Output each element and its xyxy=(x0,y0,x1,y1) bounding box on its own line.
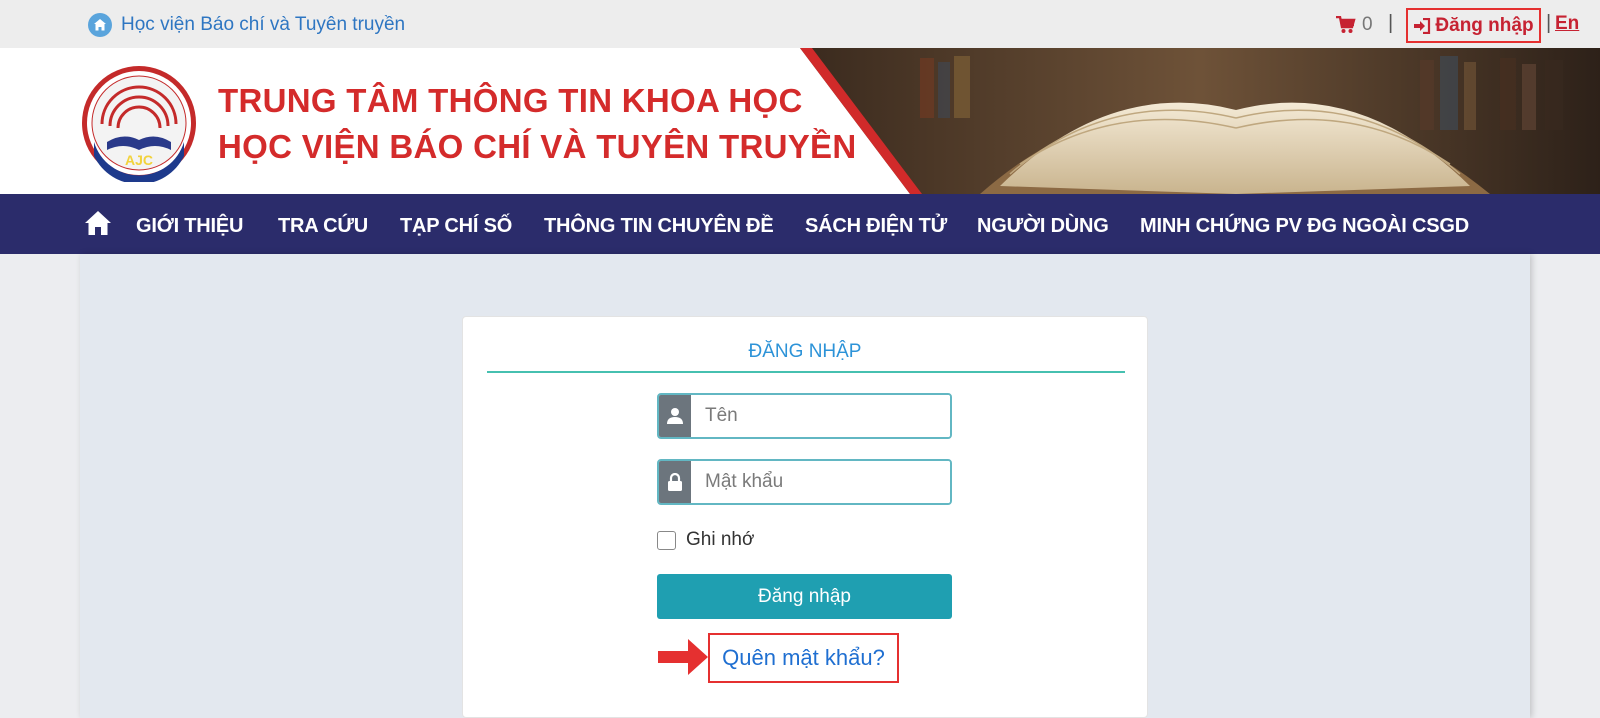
password-field xyxy=(657,459,952,505)
forgot-password-link[interactable]: Quên mật khẩu? xyxy=(708,633,899,683)
password-input[interactable] xyxy=(691,461,950,503)
cart-link[interactable]: 0 xyxy=(1336,14,1373,36)
nav-item-tap-chi-so[interactable]: TẠP CHÍ SỐ xyxy=(400,215,512,238)
remember-label: Ghi nhớ xyxy=(686,529,755,550)
username-field xyxy=(657,393,952,439)
remember-me[interactable]: Ghi nhớ xyxy=(657,529,754,551)
home-icon[interactable] xyxy=(84,210,112,236)
separator: | xyxy=(1546,12,1552,34)
login-title: ĐĂNG NHẬP xyxy=(748,341,862,362)
banner-title-line2: HỌC VIỆN BÁO CHÍ VÀ TUYÊN TRUYỀN xyxy=(218,128,857,165)
home-circle-icon xyxy=(88,13,112,37)
cart-icon xyxy=(1336,16,1356,33)
banner-title-line1: TRUNG TÂM THÔNG TIN KHOA HỌC xyxy=(218,82,803,119)
nav-item-sach-dien-tu[interactable]: SÁCH ĐIỆN TỬ xyxy=(805,215,947,238)
separator: | xyxy=(1388,12,1394,34)
sign-in-icon xyxy=(1414,17,1431,34)
institute-link-label: Học viện Báo chí và Tuyên truyền xyxy=(121,14,406,35)
institute-logo: AJC xyxy=(82,66,196,182)
header-banner: AJC TRUNG TÂM THÔNG TIN KHOA HỌC HỌC VIỆ… xyxy=(0,48,1600,194)
banner-book-image xyxy=(800,48,1600,194)
logo-text: AJC xyxy=(125,152,153,168)
language-switch-en[interactable]: En xyxy=(1555,13,1579,35)
nav-item-minh-chung[interactable]: MINH CHỨNG PV ĐG NGOÀI CSGD xyxy=(1140,215,1469,238)
top-login-link[interactable]: Đăng nhập xyxy=(1406,8,1541,43)
nav-item-gioi-thieu[interactable]: GIỚI THIỆU xyxy=(136,215,243,238)
main-nav: GIỚI THIỆU TRA CỨU TẠP CHÍ SỐ THÔNG TIN … xyxy=(0,194,1600,254)
nav-item-nguoi-dung[interactable]: NGƯỜI DÙNG xyxy=(977,215,1109,238)
login-submit-button[interactable]: Đăng nhập xyxy=(657,574,952,619)
top-utility-bar: Học viện Báo chí và Tuyên truyền 0 | Đăn… xyxy=(0,0,1600,100)
login-card: ĐĂNG NHẬP Ghi nhớ Đăng nhập Quên mật khẩ… xyxy=(462,316,1148,718)
title-divider xyxy=(487,371,1125,373)
cart-count: 0 xyxy=(1362,14,1373,35)
nav-item-thong-tin-chuyen-de[interactable]: THÔNG TIN CHUYÊN ĐỀ xyxy=(544,215,774,238)
user-icon xyxy=(659,395,691,437)
institute-link[interactable]: Học viện Báo chí và Tuyên truyền xyxy=(88,13,405,37)
top-login-label: Đăng nhập xyxy=(1435,14,1534,36)
remember-checkbox[interactable] xyxy=(657,530,676,550)
annotation-arrow-right xyxy=(658,639,708,675)
nav-item-tra-cuu[interactable]: TRA CỨU xyxy=(278,215,368,238)
username-input[interactable] xyxy=(691,395,950,437)
lock-icon xyxy=(659,461,691,503)
